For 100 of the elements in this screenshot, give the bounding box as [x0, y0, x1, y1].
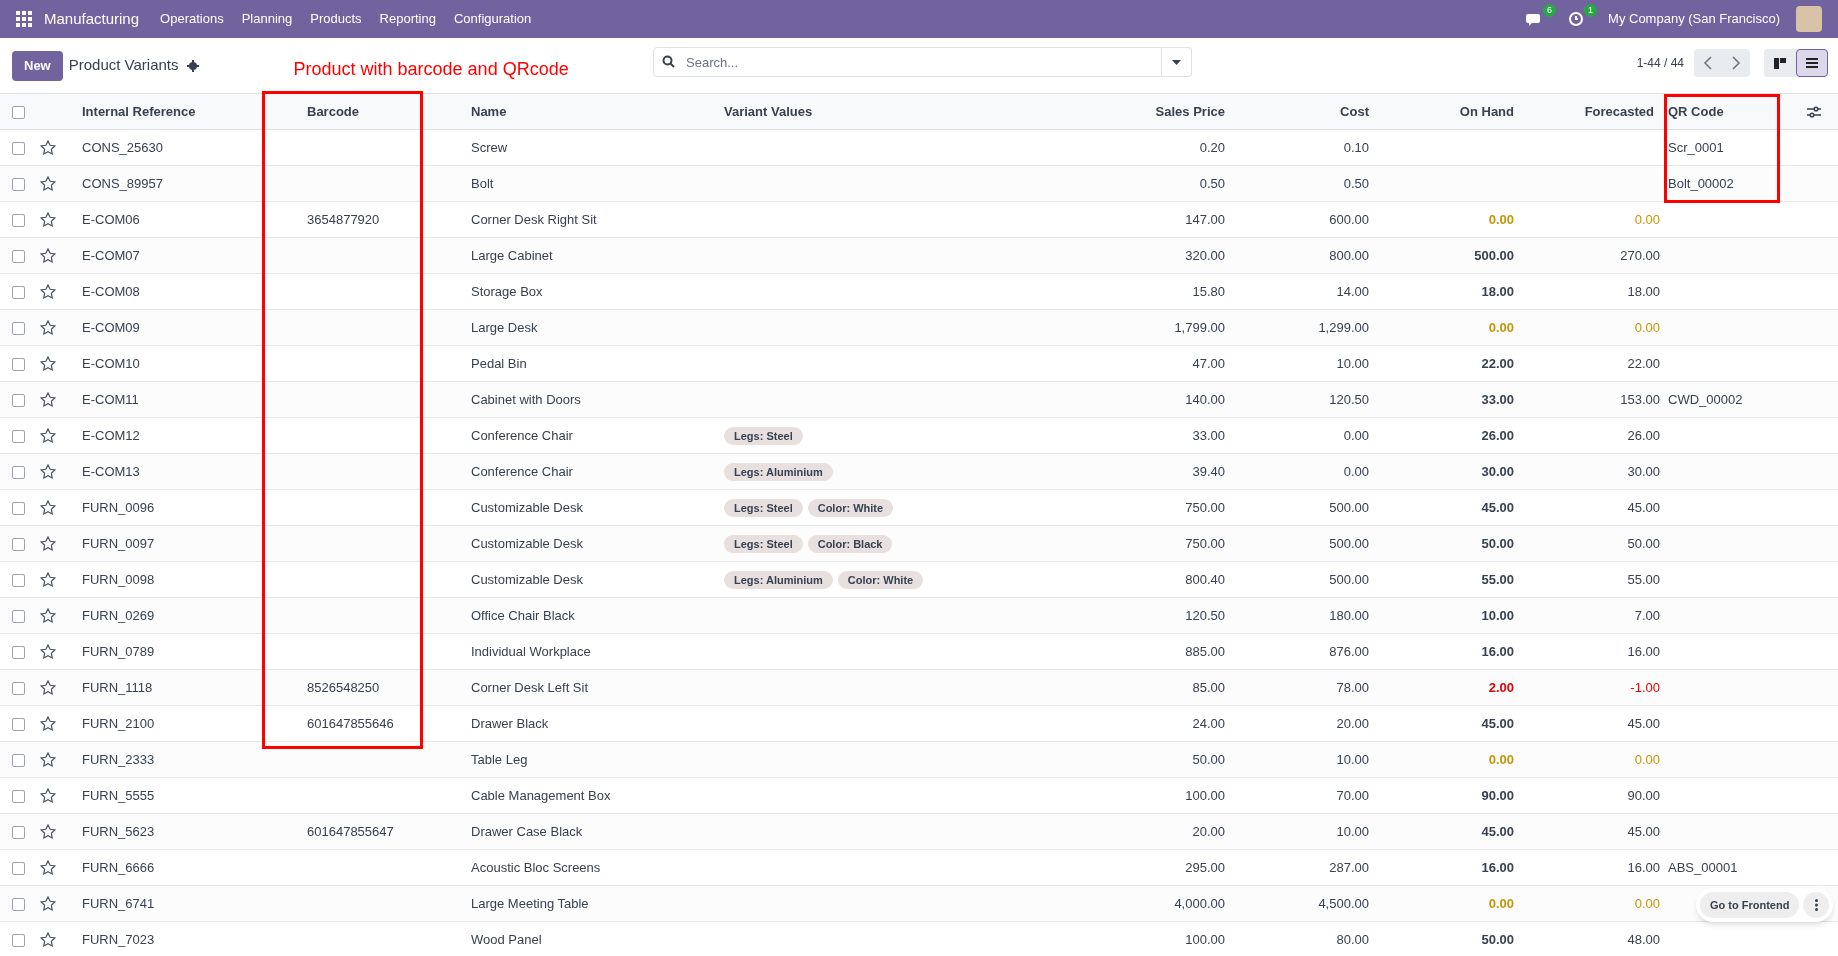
- star-icon[interactable]: [40, 176, 56, 191]
- table-cell: 10.00: [1336, 355, 1369, 371]
- menu-item[interactable]: Planning: [232, 9, 302, 29]
- table-cell: FURN_2333: [82, 751, 155, 767]
- star-icon[interactable]: [40, 932, 56, 947]
- star-icon[interactable]: [40, 320, 56, 335]
- table-cell: 10.00: [1481, 607, 1514, 623]
- next-icon[interactable]: [1731, 56, 1741, 70]
- menu-item[interactable]: Configuration: [444, 9, 541, 29]
- checkbox[interactable]: [12, 177, 25, 191]
- checkbox[interactable]: [12, 645, 25, 659]
- table-cell: Drawer Black: [471, 715, 549, 731]
- table-cell: 55.00: [1627, 571, 1660, 587]
- star-icon[interactable]: [40, 572, 56, 587]
- new-button[interactable]: New: [12, 50, 63, 81]
- menu-item[interactable]: Operations: [151, 9, 233, 29]
- checkbox[interactable]: [12, 105, 25, 119]
- checkbox[interactable]: [12, 825, 25, 839]
- table-cell: Large Meeting Table: [471, 895, 589, 911]
- table-cell: 120.50: [1185, 607, 1225, 623]
- checkbox[interactable]: [12, 285, 25, 299]
- more-options-button[interactable]: [1803, 892, 1830, 918]
- table-cell: 270.00: [1620, 247, 1660, 263]
- star-icon[interactable]: [40, 392, 56, 407]
- table-cell: E-COM06: [82, 211, 140, 227]
- star-icon[interactable]: [40, 500, 56, 515]
- checkbox[interactable]: [12, 573, 25, 587]
- star-icon[interactable]: [40, 680, 56, 695]
- checkbox[interactable]: [12, 321, 25, 335]
- column-header[interactable]: Name: [471, 103, 507, 119]
- search-field[interactable]: Search...: [653, 47, 1162, 77]
- table-cell: 33.00: [1481, 391, 1514, 407]
- star-icon[interactable]: [40, 284, 56, 299]
- table-cell: 50.00: [1192, 751, 1225, 767]
- table-cell: E-COM09: [82, 319, 140, 335]
- search-options-button[interactable]: [1162, 47, 1192, 77]
- pager[interactable]: 1-44 / 44: [1636, 54, 1684, 72]
- star-icon[interactable]: [40, 248, 56, 263]
- checkbox[interactable]: [12, 897, 25, 911]
- settings-icon[interactable]: [186, 59, 199, 72]
- table-cell: Pedal Bin: [471, 355, 527, 371]
- table-cell: 0.00: [1634, 895, 1660, 911]
- checkbox[interactable]: [12, 249, 25, 263]
- column-header[interactable]: Variant Values: [724, 103, 813, 119]
- star-icon[interactable]: [40, 752, 56, 767]
- checkbox[interactable]: [12, 681, 25, 695]
- column-header[interactable]: Forecasted: [1584, 103, 1654, 119]
- page-title: Product Variants: [68, 55, 179, 76]
- table-cell: 0.20: [1199, 139, 1225, 155]
- checkbox[interactable]: [12, 357, 25, 371]
- previous-icon[interactable]: [1703, 56, 1713, 70]
- checkbox[interactable]: [12, 861, 25, 875]
- star-icon[interactable]: [40, 788, 56, 803]
- column-settings-icon[interactable]: [1807, 106, 1821, 119]
- column-header[interactable]: Sales Price: [1155, 103, 1225, 119]
- checkbox[interactable]: [12, 933, 25, 947]
- app-name[interactable]: Manufacturing: [44, 7, 140, 31]
- star-icon[interactable]: [40, 716, 56, 731]
- menu-item[interactable]: Reporting: [370, 9, 445, 29]
- column-header[interactable]: Cost: [1340, 103, 1369, 119]
- checkbox[interactable]: [12, 717, 25, 731]
- star-icon[interactable]: [40, 212, 56, 227]
- table-cell: 39.40: [1192, 463, 1225, 479]
- table-cell: 0.00: [1488, 319, 1514, 335]
- apps-grid-icon[interactable]: [16, 11, 32, 27]
- checkbox[interactable]: [12, 537, 25, 551]
- star-icon[interactable]: [40, 860, 56, 875]
- star-icon[interactable]: [40, 464, 56, 479]
- star-icon[interactable]: [40, 608, 56, 623]
- column-header[interactable]: Barcode: [307, 103, 360, 119]
- go-to-frontend-button[interactable]: Go to Frontend: [1700, 892, 1800, 918]
- column-header[interactable]: Internal Reference: [82, 103, 196, 119]
- checkbox[interactable]: [12, 789, 25, 803]
- company-name[interactable]: My Company (San Francisco): [1608, 9, 1780, 29]
- checkbox[interactable]: [12, 393, 25, 407]
- menu-item[interactable]: Products: [301, 9, 371, 29]
- column-header[interactable]: On Hand: [1459, 103, 1514, 119]
- table-cell: E-COM12: [82, 427, 140, 443]
- table-cell: Large Cabinet: [471, 247, 553, 263]
- column-header[interactable]: QR Code: [1668, 103, 1724, 119]
- star-icon[interactable]: [40, 644, 56, 659]
- checkbox[interactable]: [12, 465, 25, 479]
- star-icon[interactable]: [40, 428, 56, 443]
- table-cell: 3654877920: [307, 211, 380, 227]
- checkbox[interactable]: [12, 429, 25, 443]
- checkbox[interactable]: [12, 609, 25, 623]
- checkbox[interactable]: [12, 213, 25, 227]
- clock-icon[interactable]: [1568, 11, 1585, 27]
- checkbox[interactable]: [12, 501, 25, 515]
- star-icon[interactable]: [40, 896, 56, 911]
- star-icon[interactable]: [40, 536, 56, 551]
- table-cell: FURN_6741: [82, 895, 155, 911]
- view-switch-button[interactable]: [1796, 49, 1828, 77]
- star-icon[interactable]: [40, 140, 56, 155]
- star-icon[interactable]: [40, 356, 56, 371]
- checkbox[interactable]: [12, 141, 25, 155]
- checkbox[interactable]: [12, 753, 25, 767]
- star-icon[interactable]: [40, 824, 56, 839]
- table-cell: 0.50: [1343, 175, 1369, 191]
- table-cell: 48.00: [1627, 931, 1660, 947]
